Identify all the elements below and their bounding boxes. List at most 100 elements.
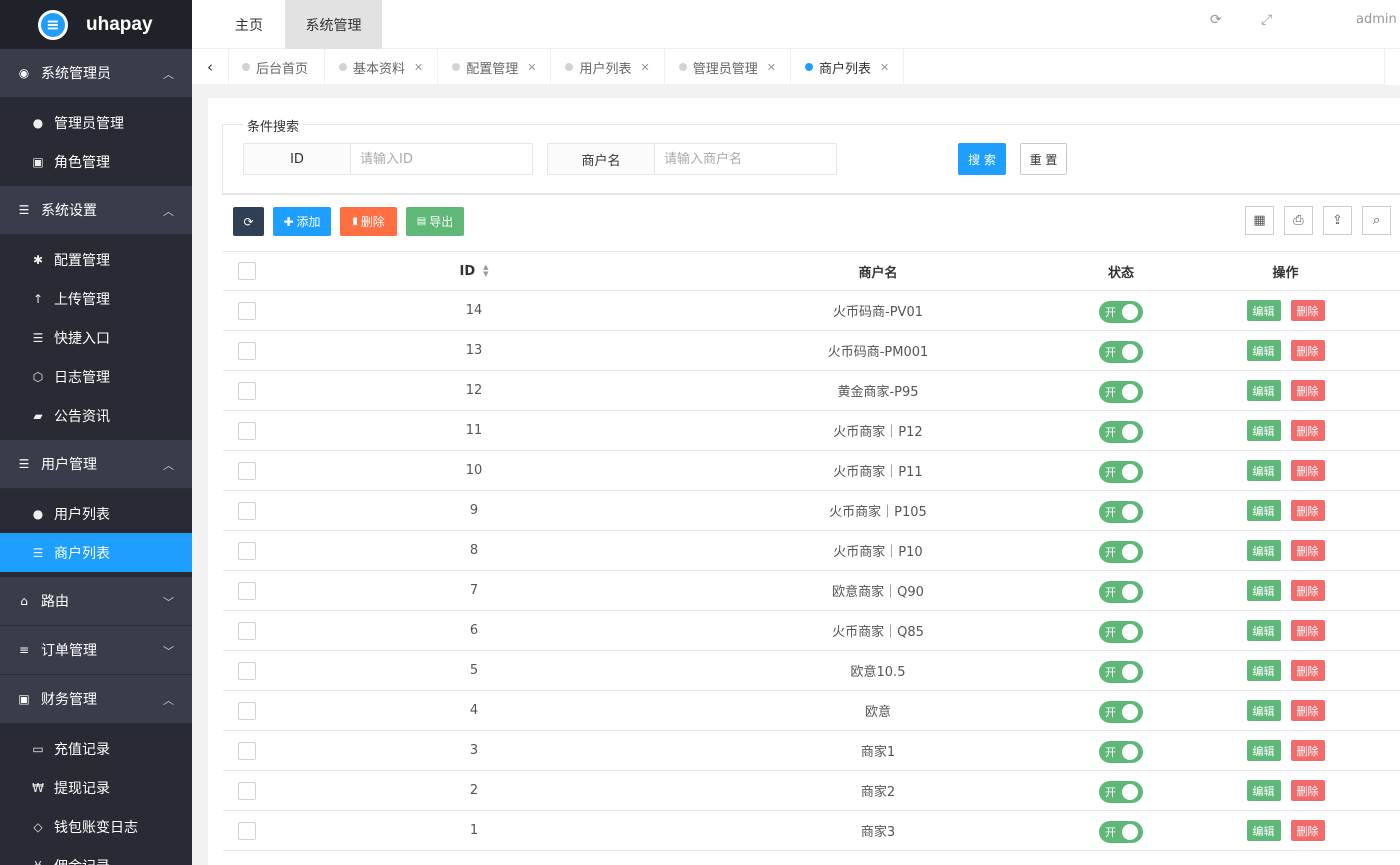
status-switch[interactable]: 开 <box>1099 500 1143 523</box>
status-switch[interactable]: 开 <box>1099 700 1143 723</box>
status-switch[interactable]: 开 <box>1099 780 1143 803</box>
row-checkbox[interactable] <box>238 541 256 560</box>
sidebar-item-role-manage[interactable]: ▣ 角色管理 <box>0 142 192 181</box>
tabs-scroll-right[interactable] <box>1384 49 1400 85</box>
row-delete-button[interactable]: 删除 <box>1290 300 1325 321</box>
row-delete-button[interactable]: 删除 <box>1290 620 1325 641</box>
row-checkbox[interactable] <box>238 581 256 600</box>
edit-button[interactable]: 编辑 <box>1246 820 1281 841</box>
edit-button[interactable]: 编辑 <box>1246 420 1281 441</box>
tab-user-list[interactable]: 用户列表 ✕ <box>551 49 665 85</box>
row-delete-button[interactable]: 删除 <box>1290 500 1325 521</box>
col-id[interactable]: ID ▲ ▼ <box>409 252 539 290</box>
sidebar-item-merchant-list[interactable]: ☰ 商户列表 <box>0 533 192 572</box>
edit-button[interactable]: 编辑 <box>1246 660 1281 681</box>
tabs-scroll-left-icon[interactable]: ‹ <box>192 49 229 85</box>
sidebar-group-route[interactable]: ⌂ 路由 ﹀ <box>0 577 192 626</box>
sidebar-item-admin-manage[interactable]: ● 管理员管理 <box>0 103 192 142</box>
sidebar-group-system-settings[interactable]: ☰ 系统设置 ︿ <box>0 186 192 235</box>
sidebar-item-upload[interactable]: ↑ 上传管理 <box>0 279 192 318</box>
select-all-checkbox[interactable] <box>238 262 256 280</box>
row-checkbox[interactable] <box>238 381 256 400</box>
reset-button[interactable]: 重 置 <box>1020 143 1067 175</box>
edit-button[interactable]: 编辑 <box>1246 460 1281 481</box>
row-delete-button[interactable]: 删除 <box>1290 420 1325 441</box>
row-delete-button[interactable]: 删除 <box>1290 540 1325 561</box>
sidebar-item-wallet-log[interactable]: ◇ 钱包账变日志 <box>0 807 192 846</box>
row-checkbox[interactable] <box>238 781 256 800</box>
row-delete-button[interactable]: 删除 <box>1290 780 1325 801</box>
export-button[interactable]: ▤ 导出 <box>406 207 464 236</box>
sidebar-group-system-admin[interactable]: ◉ 系统管理员 ︿ <box>0 49 192 98</box>
sidebar-group-user-manage[interactable]: ☰ 用户管理 ︿ <box>0 440 192 489</box>
sidebar-item-user-list[interactable]: ● 用户列表 <box>0 494 192 533</box>
sort-icon[interactable]: ▲ ▼ <box>483 264 488 278</box>
sidebar-item-recharge[interactable]: ▭ 充值记录 <box>0 729 192 768</box>
status-switch[interactable]: 开 <box>1099 420 1143 443</box>
edit-button[interactable]: 编辑 <box>1246 700 1281 721</box>
row-checkbox[interactable] <box>238 301 256 320</box>
row-checkbox[interactable] <box>238 701 256 720</box>
id-input[interactable] <box>351 144 532 174</box>
edit-button[interactable]: 编辑 <box>1246 500 1281 521</box>
export-icon[interactable]: ⇪ <box>1323 206 1352 235</box>
edit-button[interactable]: 编辑 <box>1246 340 1281 361</box>
status-switch[interactable]: 开 <box>1099 340 1143 363</box>
row-delete-button[interactable]: 删除 <box>1290 460 1325 481</box>
sidebar-item-shortcut[interactable]: ☰ 快捷入口 <box>0 318 192 357</box>
sidebar-group-finance[interactable]: ▣ 财务管理 ︿ <box>0 675 192 724</box>
sidebar-item-notice[interactable]: ▰ 公告资讯 <box>0 396 192 435</box>
logo[interactable]: ≡ uhapay <box>0 0 192 49</box>
columns-filter-icon[interactable]: ▦ <box>1245 206 1274 235</box>
tab-config[interactable]: 配置管理 ✕ <box>438 49 552 85</box>
status-switch[interactable]: 开 <box>1099 380 1143 403</box>
edit-button[interactable]: 编辑 <box>1246 300 1281 321</box>
merchant-name-input[interactable] <box>655 144 836 174</box>
tab-admin-manage[interactable]: 管理员管理 ✕ <box>665 49 791 85</box>
row-delete-button[interactable]: 删除 <box>1290 740 1325 761</box>
row-delete-button[interactable]: 删除 <box>1290 700 1325 721</box>
print-icon[interactable]: ⎙ <box>1284 206 1313 235</box>
row-checkbox[interactable] <box>238 821 256 840</box>
close-icon[interactable]: ✕ <box>641 61 650 74</box>
row-delete-button[interactable]: 删除 <box>1290 580 1325 601</box>
sidebar-item-withdraw[interactable]: ₩ 提现记录 <box>0 768 192 807</box>
edit-button[interactable]: 编辑 <box>1246 740 1281 761</box>
delete-button[interactable]: ▮ 删除 <box>340 207 397 236</box>
sidebar-item-log[interactable]: ⬡ 日志管理 <box>0 357 192 396</box>
refresh-button[interactable]: ⟳ <box>233 207 264 236</box>
header-nav-system[interactable]: 系统管理 <box>285 0 382 49</box>
row-delete-button[interactable]: 删除 <box>1290 820 1325 841</box>
close-icon[interactable]: ✕ <box>527 61 536 74</box>
edit-button[interactable]: 编辑 <box>1246 540 1281 561</box>
row-delete-button[interactable]: 删除 <box>1290 380 1325 401</box>
row-checkbox[interactable] <box>238 461 256 480</box>
edit-button[interactable]: 编辑 <box>1246 380 1281 401</box>
add-button[interactable]: ✚ 添加 <box>273 207 331 236</box>
status-switch[interactable]: 开 <box>1099 820 1143 843</box>
row-checkbox[interactable] <box>238 661 256 680</box>
close-icon[interactable]: ✕ <box>767 61 776 74</box>
header-nav-home[interactable]: 主页 <box>235 0 263 49</box>
search-icon[interactable]: ⌕ <box>1362 206 1391 235</box>
tab-home[interactable]: 后台首页 <box>229 49 326 85</box>
row-delete-button[interactable]: 删除 <box>1290 660 1325 681</box>
edit-button[interactable]: 编辑 <box>1246 580 1281 601</box>
close-icon[interactable]: ✕ <box>414 61 423 74</box>
status-switch[interactable]: 开 <box>1099 660 1143 683</box>
refresh-icon[interactable]: ⟳ <box>1210 12 1222 28</box>
sidebar-group-order-manage[interactable]: ≡ 订单管理 ﹀ <box>0 626 192 675</box>
status-switch[interactable]: 开 <box>1099 540 1143 563</box>
fullscreen-icon[interactable]: ⤢ <box>1261 12 1272 28</box>
status-switch[interactable]: 开 <box>1099 740 1143 763</box>
edit-button[interactable]: 编辑 <box>1246 620 1281 641</box>
tab-profile[interactable]: 基本资料 ✕ <box>325 49 439 85</box>
tab-merchant-list[interactable]: 商户列表 ✕ <box>791 49 905 85</box>
status-switch[interactable]: 开 <box>1099 620 1143 643</box>
status-switch[interactable]: 开 <box>1099 580 1143 603</box>
row-checkbox[interactable] <box>238 501 256 520</box>
row-checkbox[interactable] <box>238 741 256 760</box>
search-button[interactable]: 搜 索 <box>958 143 1006 175</box>
row-checkbox[interactable] <box>238 621 256 640</box>
close-icon[interactable]: ✕ <box>880 61 889 74</box>
